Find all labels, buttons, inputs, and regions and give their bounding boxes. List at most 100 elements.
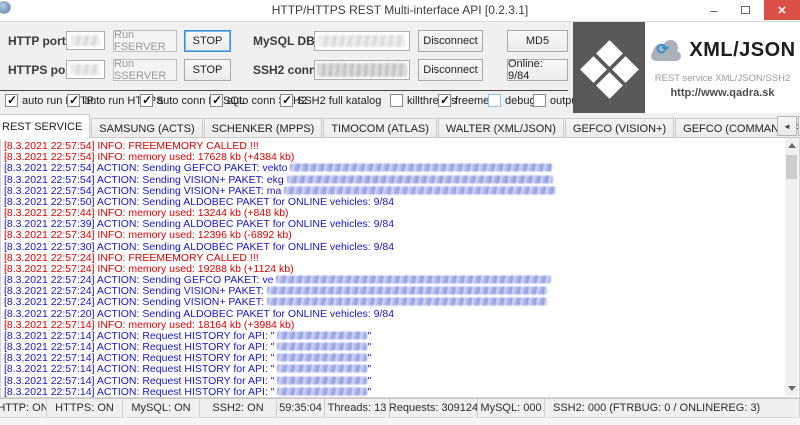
tab[interactable]: SAMSUNG (ACTS) [91,118,202,138]
log-message: ACTION: Sending GEFCO PAKET: ve [97,274,274,285]
status-text: HTTP: ON [0,402,47,414]
log-suffix: " [367,352,371,363]
log-message: ACTION: Sending GEFCO PAKET: vekto [97,162,288,173]
log-line: [8.3.2021 22:57:54] INFO: memory used: 1… [4,151,783,162]
run-sserver-button[interactable]: Run SSERVER [113,59,177,81]
redacted-text [277,354,367,362]
http-port-input[interactable] [66,31,105,50]
checkbox-box[interactable] [67,94,80,107]
tab[interactable]: GEFCO (VISION+) [565,118,674,138]
title-bar: HTTP/HTTPS REST Multi-interface API [0.2… [0,0,800,22]
checkbox-box[interactable] [438,94,451,107]
log-timestamp: [8.3.2021 22:57:14] [4,363,95,374]
log-line: [8.3.2021 22:57:20] ACTION: Sending ALDO… [4,308,783,319]
tab-label: WALTER (XML/JSON) [446,123,556,135]
log-message: ACTION: Request HISTORY for API: " [97,330,275,341]
checkbox-box[interactable] [210,94,223,107]
log-line: [8.3.2021 22:57:14] ACTION: Request HIST… [4,352,783,363]
redacted-text [287,175,553,183]
checkbox-box[interactable] [140,94,153,107]
log-timestamp: [8.3.2021 22:57:30] [4,241,95,252]
status-text: MySQL: ON [131,402,190,414]
option-checkbox[interactable]: SSH2 full katalog [280,94,381,107]
maximize-button[interactable] [731,0,759,20]
http-port-label: HTTP port [8,34,66,48]
log-line: [8.3.2021 22:57:24] ACTION: Sending VISI… [4,285,783,296]
log-line: [8.3.2021 22:57:54] ACTION: Sending GEFC… [4,162,783,173]
tab[interactable]: REST SERVICE [0,114,90,138]
status-cell: SSH2: ON [200,399,277,417]
log-timestamp: [8.3.2021 22:57:54] [4,174,95,185]
window-title: HTTP/HTTPS REST Multi-interface API [0.2… [0,3,800,17]
checkbox-box[interactable] [390,94,403,107]
scroll-up-button[interactable] [785,138,798,153]
log-suffix: " [367,386,371,397]
log-line: [8.3.2021 22:57:54] ACTION: Sending VISI… [4,185,783,196]
status-cell: Requests: 309124 [390,399,478,417]
status-text: MySQL: 000 [480,402,541,414]
mysql-db-label: MySQL DB [253,34,315,48]
redacted-text [277,376,367,384]
checkbox-box[interactable] [533,94,546,107]
disconnect-ssh2-button[interactable]: Disconnect [418,59,483,81]
status-cell: HTTPS: ON [47,399,123,417]
toolbar-separator [0,90,568,91]
log-lines: [8.3.2021 22:57:54] INFO: FREEMEMORY CAL… [4,140,783,397]
option-checkbox[interactable]: debug [488,94,536,107]
scroll-down-button[interactable] [785,381,798,396]
log-message: ACTION: Sending VISION+ PAKET: [97,285,264,296]
log-suffix: " [367,375,371,386]
log-line: [8.3.2021 22:57:39] ACTION: Sending ALDO… [4,218,783,229]
log-timestamp: [8.3.2021 22:57:54] [4,151,95,162]
log-timestamp: [8.3.2021 22:57:50] [4,196,95,207]
close-button[interactable]: ✕ [764,0,800,20]
vertical-scrollbar[interactable] [785,138,798,396]
stop-http-button[interactable]: STOP [184,30,231,52]
tab[interactable]: SCHENKER (MPPS) [204,118,323,138]
log-timestamp: [8.3.2021 22:57:14] [4,319,95,330]
status-cell: MySQL: 000 [478,399,545,417]
arrow-left-icon: ◄ [783,122,791,131]
redacted-text [284,186,556,194]
tab[interactable]: TIMOCOM (ATLAS) [323,118,437,138]
status-text: SSH2: ON [212,402,263,414]
log-message: ACTION: Sending VISION+ PAKET: [97,296,264,307]
checkbox-box[interactable] [280,94,293,107]
tab[interactable]: WALTER (XML/JSON) [438,118,564,138]
log-suffix: " [367,341,371,352]
online-count-button[interactable]: Online: 9/84 [507,59,568,81]
scrollbar-thumb[interactable] [786,155,797,179]
checkbox-box[interactable] [5,94,18,107]
redacted-text [267,298,547,306]
tab-scroll-left-button[interactable]: ◄ [777,116,797,136]
log-timestamp: [8.3.2021 22:57:34] [4,229,95,240]
log-timestamp: [8.3.2021 22:57:14] [4,341,95,352]
log-timestamp: [8.3.2021 22:57:54] [4,185,95,196]
minimize-button[interactable]: – [700,0,728,20]
mysql-db-input[interactable] [314,31,410,51]
log-message: ACTION: Request HISTORY for API: " [97,386,275,397]
log-message: INFO: memory used: 13244 kb (+848 kb) [97,207,288,218]
disconnect-mysql-button[interactable]: Disconnect [418,30,483,52]
log-message: ACTION: Sending VISION+ PAKET: ma [97,185,282,196]
checkbox-box[interactable] [488,94,501,107]
log-message: ACTION: Sending VISION+ PAKET: ekg [97,174,284,185]
https-port-input[interactable] [66,60,105,79]
log-line: [8.3.2021 22:57:24] ACTION: Sending VISI… [4,296,783,307]
md5-button[interactable]: MD5 [507,30,568,52]
stop-https-button[interactable]: STOP [184,59,231,81]
checkbox-row: auto run HTTP auto run HTTPS auto conn M… [0,93,573,112]
log-timestamp: [8.3.2021 22:57:44] [4,207,95,218]
log-timestamp: [8.3.2021 22:57:14] [4,330,95,341]
log-timestamp: [8.3.2021 22:57:24] [4,285,95,296]
log-line: [8.3.2021 22:57:14] ACTION: Request HIST… [4,330,783,341]
run-fserver-button[interactable]: Run FSERVER [113,30,177,52]
brand-url[interactable]: http://www.qadra.sk [645,87,800,99]
ssh2-conn-input[interactable] [314,60,410,80]
log-message: ACTION: Sending ALDOBEC PAKET for ONLINE… [97,241,394,252]
log-suffix: " [367,363,371,374]
redacted-text [277,343,367,351]
redacted-text [277,331,367,339]
log-line: [8.3.2021 22:57:30] ACTION: Sending ALDO… [4,241,783,252]
log-line: [8.3.2021 22:57:24] INFO: FREEMEMORY CAL… [4,252,783,263]
